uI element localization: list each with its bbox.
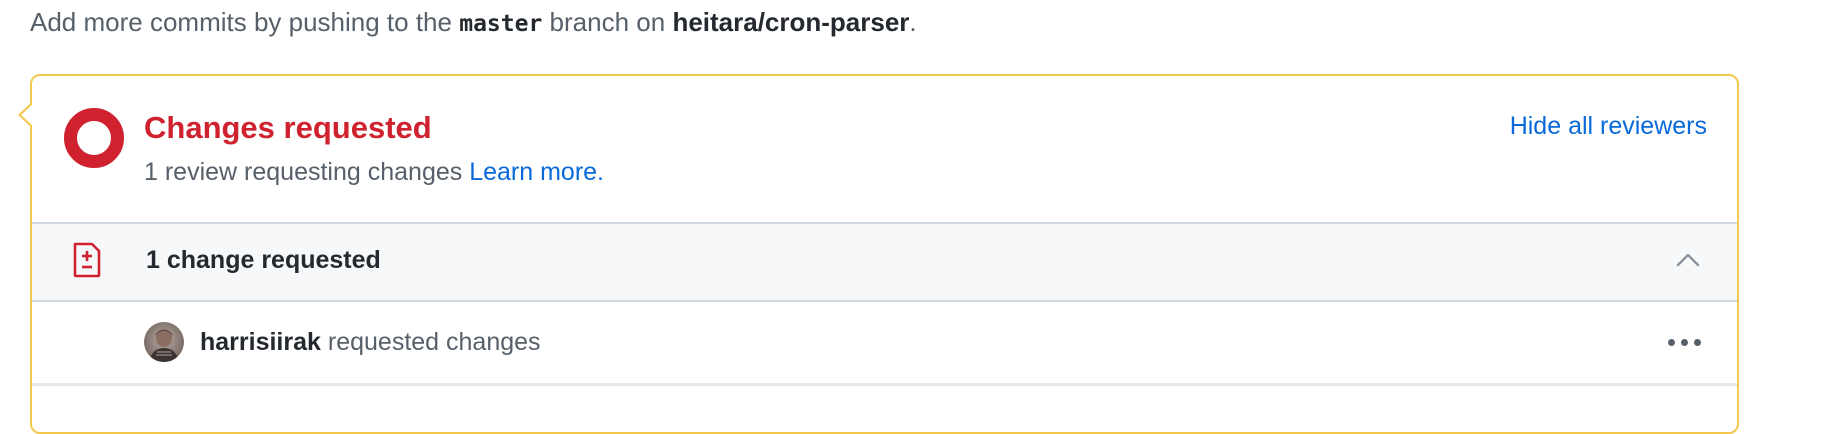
merge-status-box: Changes requested 1 review requesting ch… (18, 74, 1739, 434)
status-subtitle-text: 1 review requesting changes (144, 158, 463, 186)
kebab-horizontal-icon[interactable] (1667, 338, 1703, 348)
avatar-image (144, 322, 184, 362)
learn-more-link[interactable]: Learn more. (469, 158, 604, 186)
reviewer-row: harrisiirak requested changes (32, 302, 1737, 386)
file-diff-icon (73, 242, 101, 278)
push-hint: Add more commits by pushing to the maste… (30, 2, 917, 44)
hide-all-reviewers-link[interactable]: Hide all reviewers (1510, 112, 1707, 141)
branch-name: master (459, 11, 543, 37)
reviewer-text: harrisiirak requested changes (200, 328, 541, 357)
chevron-up-icon[interactable] (1675, 250, 1701, 268)
push-hint-suffix: . (909, 7, 917, 37)
section-title: 1 change requested (146, 246, 381, 274)
reviewer-name-link[interactable]: harrisiirak (200, 328, 321, 356)
status-title: Changes requested (144, 110, 432, 145)
push-hint-prefix: Add more commits by pushing to the (30, 7, 452, 37)
changes-requested-icon (64, 108, 124, 168)
status-subtitle: 1 review requesting changes Learn more. (144, 158, 604, 187)
repo-name: heitara/cron-parser (672, 7, 910, 37)
changes-requested-section-header[interactable]: 1 change requested (32, 222, 1737, 302)
push-hint-middle: branch on (549, 7, 666, 37)
reviewer-action: requested changes (327, 328, 541, 356)
avatar[interactable] (144, 322, 184, 362)
